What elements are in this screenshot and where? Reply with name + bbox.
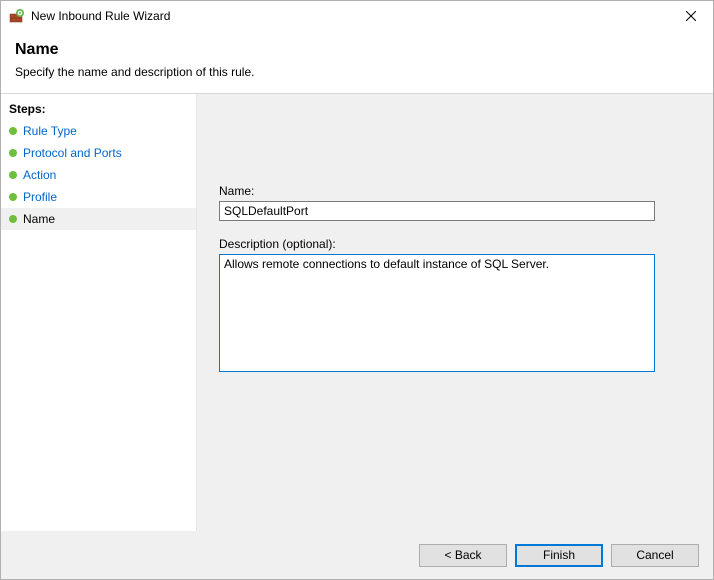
- cancel-button[interactable]: Cancel: [611, 544, 699, 567]
- step-rule-type[interactable]: Rule Type: [1, 120, 196, 142]
- description-textarea[interactable]: [219, 254, 655, 372]
- step-bullet-icon: [9, 171, 17, 179]
- description-field-group: Description (optional):: [219, 237, 691, 375]
- step-protocol-and-ports[interactable]: Protocol and Ports: [1, 142, 196, 164]
- wizard-header: Name Specify the name and description of…: [1, 31, 713, 94]
- step-label: Profile: [23, 190, 57, 204]
- step-label: Action: [23, 168, 56, 182]
- step-profile[interactable]: Profile: [1, 186, 196, 208]
- step-name[interactable]: Name: [1, 208, 196, 230]
- finish-button[interactable]: Finish: [515, 544, 603, 567]
- page-subtitle: Specify the name and description of this…: [15, 65, 699, 79]
- description-label: Description (optional):: [219, 237, 691, 251]
- firewall-icon: [9, 8, 25, 24]
- wizard-window: New Inbound Rule Wizard Name Specify the…: [0, 0, 714, 580]
- name-input[interactable]: [219, 201, 655, 221]
- button-bar: < Back Finish Cancel: [1, 531, 713, 579]
- step-label: Name: [23, 212, 55, 226]
- step-bullet-icon: [9, 149, 17, 157]
- steps-sidebar: Steps: Rule Type Protocol and Ports Acti…: [1, 94, 197, 531]
- step-bullet-icon: [9, 215, 17, 223]
- steps-heading: Steps:: [1, 100, 196, 120]
- wizard-body: Steps: Rule Type Protocol and Ports Acti…: [1, 94, 713, 531]
- step-action[interactable]: Action: [1, 164, 196, 186]
- step-label: Rule Type: [23, 124, 77, 138]
- name-label: Name:: [219, 184, 691, 198]
- step-bullet-icon: [9, 193, 17, 201]
- window-title: New Inbound Rule Wizard: [31, 9, 668, 23]
- name-field-group: Name:: [219, 184, 691, 221]
- step-label: Protocol and Ports: [23, 146, 122, 160]
- step-bullet-icon: [9, 127, 17, 135]
- page-title: Name: [15, 41, 699, 59]
- titlebar: New Inbound Rule Wizard: [1, 1, 713, 31]
- back-button[interactable]: < Back: [419, 544, 507, 567]
- close-icon: [686, 11, 696, 21]
- close-button[interactable]: [668, 1, 713, 31]
- content-pane: Name: Description (optional):: [197, 94, 713, 531]
